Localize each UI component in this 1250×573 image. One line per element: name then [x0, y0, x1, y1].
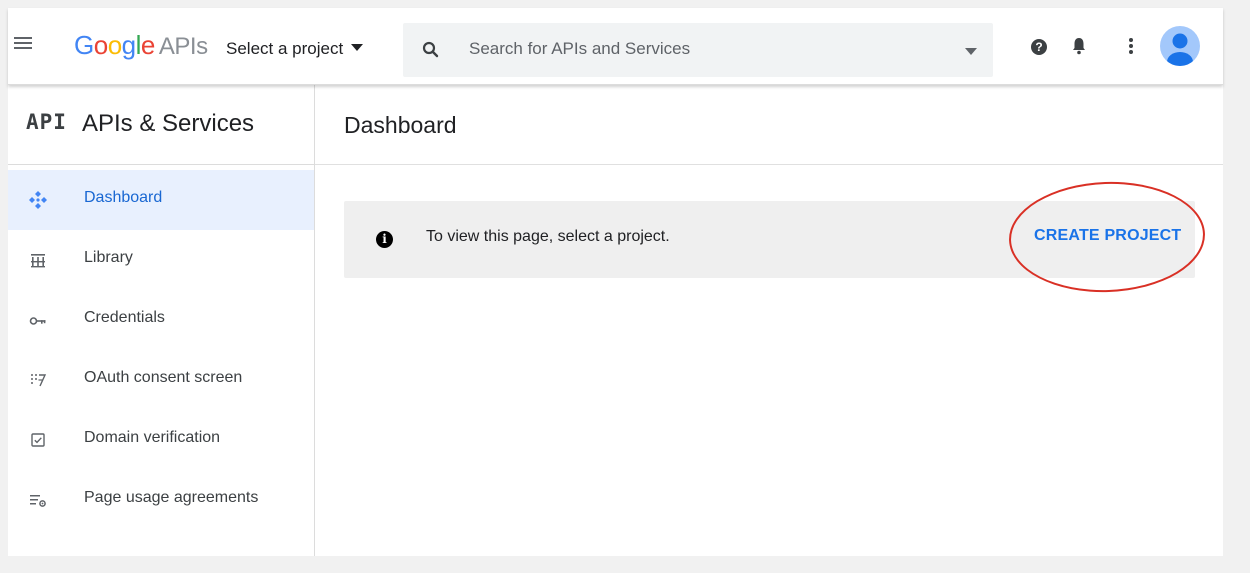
oauth-consent-icon: [31, 374, 47, 387]
sidebar-item-oauth-consent-screen[interactable]: OAuth consent screen: [8, 350, 314, 410]
sidebar-item-credentials[interactable]: Credentials: [8, 290, 314, 350]
caret-down-icon: [351, 44, 364, 51]
sidebar-item-label: Library: [84, 249, 133, 266]
library-icon: [31, 254, 45, 268]
search-icon: [422, 41, 439, 58]
project-selector-label: Select a project: [226, 39, 344, 58]
menu-icon[interactable]: [12, 34, 34, 54]
logo-apis-text: APIs: [158, 33, 208, 60]
user-silhouette-icon: [1167, 33, 1193, 66]
top-bar: GoogleAPIs Select a project ?: [8, 8, 1223, 85]
sidebar-item-library[interactable]: Library: [8, 230, 314, 290]
app-window: GoogleAPIs Select a project ?: [8, 8, 1223, 556]
api-badge-icon: API: [26, 110, 67, 134]
sidebar-item-domain-verification[interactable]: Domain verification: [8, 410, 314, 470]
avatar[interactable]: [1160, 26, 1200, 66]
create-project-button[interactable]: CREATE PROJECT: [1034, 227, 1181, 245]
select-project-notice: i To view this page, select a project. C…: [344, 178, 1207, 296]
main-header: Dashboard: [315, 85, 1223, 165]
page-title: Dashboard: [344, 112, 457, 138]
sidebar-item-label: Page usage agreements: [84, 489, 259, 506]
settings-list-icon: [30, 495, 46, 507]
sidebar-item-label: Dashboard: [84, 189, 163, 206]
domain-check-icon: [31, 433, 45, 447]
search-input[interactable]: [469, 37, 929, 61]
sidebar-title: APIs & Services: [82, 110, 255, 137]
sidebar-item-page-usage-agreements[interactable]: Page usage agreements: [8, 470, 314, 530]
key-icon: [29, 317, 46, 325]
info-icon: i: [376, 231, 393, 248]
main-content: Dashboard i To view this page, select a …: [315, 85, 1223, 556]
notice-text: To view this page, select a project.: [426, 228, 670, 245]
google-apis-logo[interactable]: Google APIs: [74, 30, 208, 61]
more-options-icon[interactable]: [1128, 36, 1134, 58]
sidebar-item-label: Domain verification: [84, 429, 221, 446]
search-bar[interactable]: [403, 23, 993, 77]
sidebar-item-label: Credentials: [84, 309, 165, 326]
help-icon[interactable]: ?: [1031, 39, 1047, 55]
sidebar-item-dashboard[interactable]: Dashboard: [8, 170, 314, 230]
sidebar-header: API APIs & Services: [8, 85, 314, 165]
project-selector[interactable]: Select a project: [226, 39, 364, 59]
dashboard-icon: [29, 191, 47, 209]
sidebar: API APIs & Services Dashboard Library Cr…: [8, 85, 315, 556]
notifications-bell-icon[interactable]: [1071, 36, 1087, 56]
search-dropdown-icon[interactable]: [965, 48, 977, 55]
sidebar-item-label: OAuth consent screen: [84, 369, 243, 386]
